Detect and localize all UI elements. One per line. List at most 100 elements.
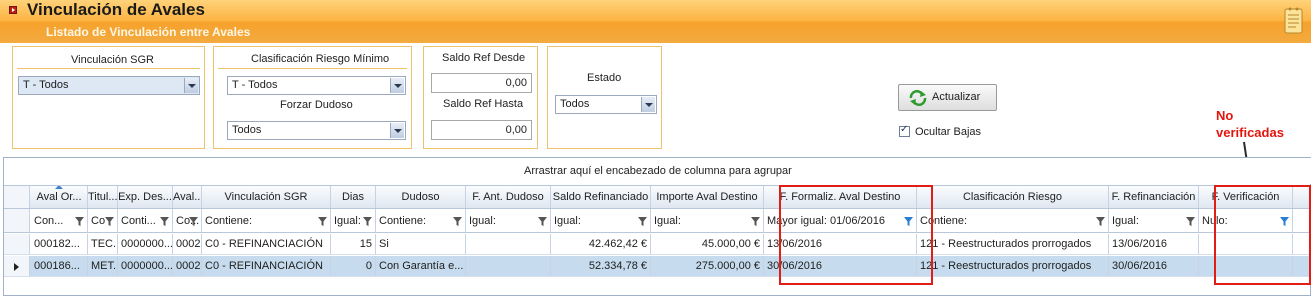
- table-cell[interactable]: C0 - REFINANCIACIÓN: [202, 256, 331, 276]
- grid-header-row: Aval Or... Titul... Exp. Des... Aval... Vinc…: [4, 185, 1311, 209]
- table-cell[interactable]: 30/06/2016: [1109, 256, 1199, 276]
- saldo-hasta-label: Saldo Ref Hasta: [443, 98, 524, 110]
- column-header[interactable]: Aval...: [173, 186, 202, 208]
- table-row[interactable]: 000182...TEC...0000000...0002...C0 - REF…: [4, 234, 1311, 255]
- sort-ascending-icon: [55, 186, 63, 189]
- table-cell[interactable]: [466, 234, 551, 254]
- column-header[interactable]: Dudoso: [376, 186, 466, 208]
- filter-icon[interactable]: [363, 217, 372, 226]
- table-cell[interactable]: 0000000...: [118, 256, 173, 276]
- actualizar-button[interactable]: Actualizar: [898, 84, 997, 111]
- table-cell[interactable]: 42.462,42 €: [551, 234, 651, 254]
- column-header[interactable]: Vinculación SGR: [202, 186, 331, 208]
- filter-icon[interactable]: [538, 217, 547, 226]
- forzar-dudoso-label: Forzar Dudoso: [280, 99, 353, 111]
- table-cell[interactable]: 121 - Reestructurados prorrogados: [917, 256, 1109, 276]
- ocultar-bajas-label: Ocultar Bajas: [915, 126, 982, 138]
- column-filter[interactable]: Igual:: [1109, 209, 1199, 232]
- data-grid: Arrastrar aquí el encabezado de columna …: [3, 157, 1311, 296]
- clasificacion-riesgo-label: Clasificación Riesgo Mínimo: [251, 53, 390, 65]
- saldo-desde-input[interactable]: 0,00: [431, 73, 532, 93]
- column-filter[interactable]: Contiene:: [917, 209, 1109, 232]
- column-filter[interactable]: Igual:: [551, 209, 651, 232]
- table-cell[interactable]: 000186...: [31, 256, 88, 276]
- notebook-icon[interactable]: [1283, 5, 1305, 35]
- filter-icon[interactable]: [318, 217, 327, 226]
- page-subtitle: Listado de Vinculación entre Avales: [46, 25, 251, 39]
- highlight-box-verificacion: [1214, 185, 1311, 285]
- vinculacion-sgr-label: Vinculación SGR: [71, 54, 154, 66]
- column-filter[interactable]: Co...: [173, 209, 202, 232]
- vinculacion-sgr-panel: Vinculación SGR T - Todos: [12, 46, 205, 149]
- saldo-hasta-input[interactable]: 0,00: [431, 120, 532, 140]
- filter-icon[interactable]: [75, 217, 84, 226]
- column-header[interactable]: Exp. Des...: [118, 186, 173, 208]
- column-filter[interactable]: Con...: [31, 209, 88, 232]
- refresh-icon: [909, 90, 927, 106]
- filter-icon[interactable]: [1096, 217, 1105, 226]
- filter-icon[interactable]: [1186, 217, 1195, 226]
- filter-icon[interactable]: [751, 217, 760, 226]
- table-cell[interactable]: 0000000...: [118, 234, 173, 254]
- table-cell[interactable]: Con Garantía e...: [376, 256, 466, 276]
- page-title: Vinculación de Avales: [27, 0, 205, 19]
- filter-icon[interactable]: [160, 217, 169, 226]
- table-cell[interactable]: Si: [376, 234, 466, 254]
- group-panel[interactable]: Arrastrar aquí el encabezado de columna …: [4, 158, 1311, 184]
- column-filter[interactable]: Contiene:: [376, 209, 466, 232]
- filter-icon[interactable]: [638, 217, 647, 226]
- vinculacion-sgr-select[interactable]: T - Todos: [18, 76, 200, 95]
- table-cell[interactable]: TEC...: [88, 234, 118, 254]
- table-cell[interactable]: MET...: [88, 256, 118, 276]
- table-cell[interactable]: C0 - REFINANCIACIÓN: [202, 234, 331, 254]
- table-cell[interactable]: 275.000,00 €: [651, 256, 764, 276]
- column-filter[interactable]: Igual:: [651, 209, 764, 232]
- table-cell[interactable]: [466, 256, 551, 276]
- forzar-dudoso-select[interactable]: Todos: [227, 121, 406, 140]
- table-cell[interactable]: 45.000,00 €: [651, 234, 764, 254]
- column-header[interactable]: Aval Or...: [31, 186, 88, 208]
- table-cell[interactable]: 0002...: [173, 256, 202, 276]
- estado-label: Estado: [587, 72, 622, 84]
- filter-icon[interactable]: [105, 217, 114, 226]
- table-cell[interactable]: 0: [331, 256, 376, 276]
- column-filter[interactable]: Contiene:: [202, 209, 331, 232]
- highlight-box-formaliz: [779, 185, 933, 285]
- chevron-down-icon[interactable]: [641, 97, 655, 112]
- annotation-text: No verificadas: [1216, 108, 1284, 140]
- row-selector-icon: [4, 256, 30, 276]
- estado-panel: Estado Todos: [547, 46, 662, 149]
- column-filter[interactable]: Co: [88, 209, 118, 232]
- clasificacion-panel: Clasificación Riesgo Mínimo T - Todos Fo…: [213, 46, 412, 149]
- column-header[interactable]: F. Refinanciación: [1109, 186, 1199, 208]
- chevron-down-icon[interactable]: [390, 123, 404, 138]
- table-row[interactable]: 000186...MET...0000000...0002...C0 - REF…: [4, 256, 1311, 277]
- column-header[interactable]: Clasificación Riesgo: [917, 186, 1109, 208]
- chevron-down-icon[interactable]: [390, 78, 404, 93]
- ocultar-bajas-checkbox[interactable]: [899, 124, 910, 137]
- column-filter[interactable]: Igual:: [331, 209, 376, 232]
- table-cell[interactable]: 13/06/2016: [1109, 234, 1199, 254]
- estado-select[interactable]: Todos: [555, 95, 657, 114]
- clasificacion-riesgo-select[interactable]: T - Todos: [227, 76, 406, 95]
- table-cell[interactable]: 15: [331, 234, 376, 254]
- column-header[interactable]: F. Ant. Dudoso: [466, 186, 551, 208]
- column-header[interactable]: Importe Aval Destino: [651, 186, 764, 208]
- filter-icon[interactable]: [189, 217, 198, 226]
- saldo-panel: Saldo Ref Desde 0,00 Saldo Ref Hasta 0,0…: [423, 46, 538, 149]
- column-header[interactable]: Saldo Refinanciado: [551, 186, 651, 208]
- table-cell[interactable]: 0002...: [173, 234, 202, 254]
- saldo-desde-label: Saldo Ref Desde: [442, 52, 526, 64]
- collapse-icon[interactable]: [9, 6, 17, 14]
- table-cell[interactable]: 121 - Reestructurados prorrogados: [917, 234, 1109, 254]
- filter-icon[interactable]: [453, 217, 462, 226]
- column-header[interactable]: Dias: [331, 186, 376, 208]
- grid-filter-row: Con... Co Conti... Co... Contiene: Igual: Cont…: [4, 209, 1311, 233]
- column-header[interactable]: Titul...: [88, 186, 118, 208]
- column-filter[interactable]: Igual:: [466, 209, 551, 232]
- table-cell[interactable]: 000182...: [31, 234, 88, 254]
- chevron-down-icon[interactable]: [184, 78, 198, 93]
- column-filter[interactable]: Conti...: [118, 209, 173, 232]
- title-bar: Vinculación de Avales Listado de Vincula…: [0, 0, 1311, 43]
- table-cell[interactable]: 52.334,78 €: [551, 256, 651, 276]
